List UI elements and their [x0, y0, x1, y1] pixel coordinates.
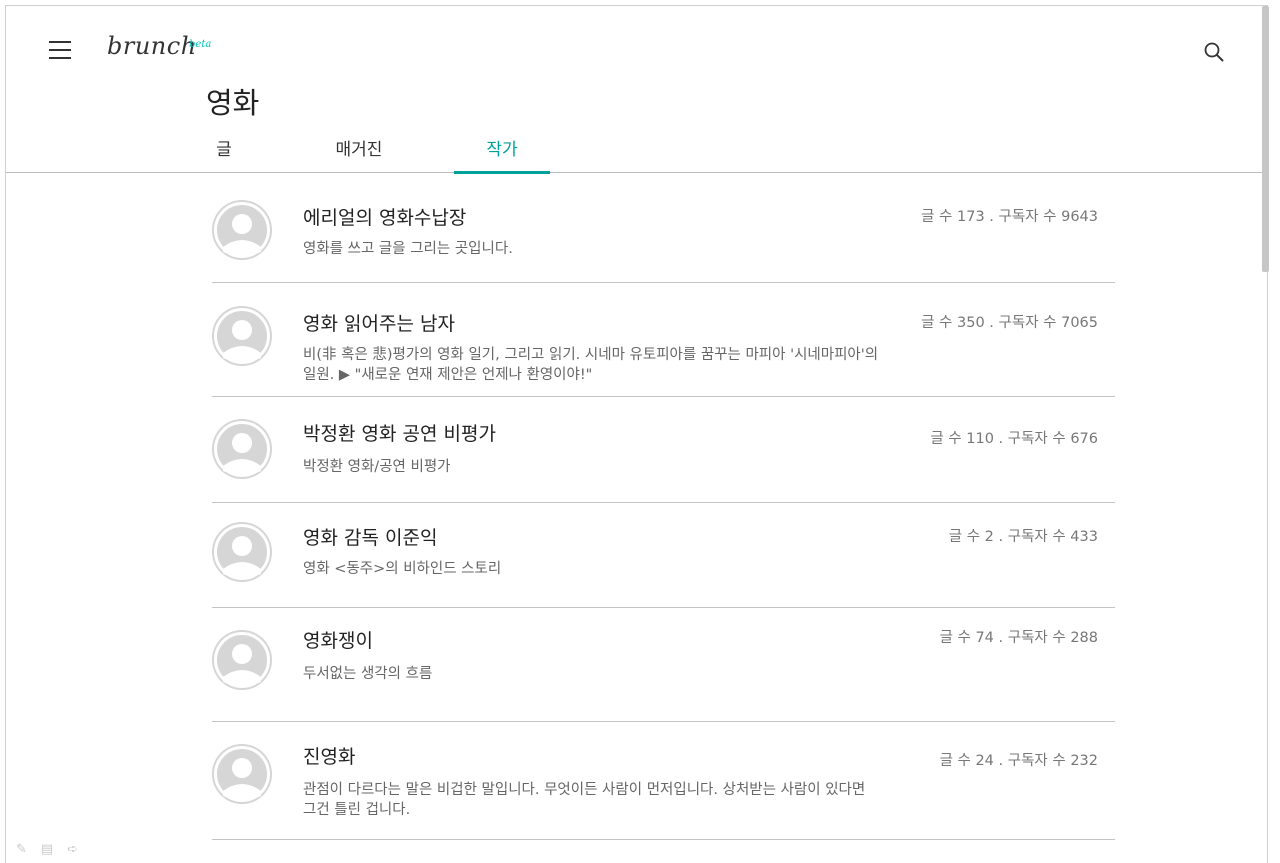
tab-magazines[interactable]: 매거진: [327, 138, 391, 173]
writer-name[interactable]: 에리얼의 영화수납장: [303, 203, 466, 230]
writer-description: 두서없는 생각의 흐름: [303, 666, 433, 682]
avatar[interactable]: [212, 744, 272, 804]
pen-icon[interactable]: ✎: [16, 842, 27, 857]
writer-stats: 글 수 350 . 구독자 수 7065: [921, 315, 1098, 331]
writer-stats: 글 수 173 . 구독자 수 9643: [921, 209, 1098, 225]
writer-description: 영화 <동주>의 비하인드 스토리: [303, 561, 502, 577]
writer-description: 박정환 영화/공연 비평가: [303, 459, 451, 475]
writer-list: 에리얼의 영화수납장영화를 쓰고 글을 그리는 곳입니다. 글 수 173 . 구…: [212, 173, 1115, 840]
avatar[interactable]: [212, 522, 272, 582]
writer-name[interactable]: 영화 감독 이준익: [303, 523, 437, 550]
scrollbar[interactable]: [1262, 6, 1269, 272]
avatar[interactable]: [212, 630, 272, 690]
logo-text: brunch: [107, 32, 197, 60]
writer-name[interactable]: 박정환 영화 공연 비평가: [303, 419, 496, 446]
avatar[interactable]: [212, 419, 272, 479]
tab-posts[interactable]: 글: [212, 138, 236, 173]
avatar[interactable]: [212, 306, 272, 366]
avatar[interactable]: [212, 200, 272, 260]
hamburger-menu-icon[interactable]: [49, 41, 71, 61]
writer-name[interactable]: 영화 읽어주는 남자: [303, 309, 455, 336]
writer-list-item[interactable]: 진영화관점이 다르다는 말은 비겁한 말입니다. 무엇이든 사람이 먼저입니다.…: [212, 722, 1115, 840]
writer-list-item[interactable]: 에리얼의 영화수납장영화를 쓰고 글을 그리는 곳입니다. 글 수 173 . 구…: [212, 173, 1115, 283]
page-title: 영화: [206, 86, 260, 120]
search-icon[interactable]: [1203, 41, 1225, 63]
share-icon[interactable]: ➪: [67, 842, 78, 857]
writer-list-item[interactable]: 영화 읽어주는 남자비(非 혹은 悲)평가의 영화 일기, 그리고 읽기. 시네…: [212, 283, 1115, 397]
writer-stats: 글 수 24 . 구독자 수 232: [939, 753, 1098, 769]
app-window: brunch beta 영화 글 매거진 작가 에리얼의 영화수납장영화를 쓰고…: [5, 5, 1268, 863]
writer-stats: 글 수 2 . 구독자 수 433: [948, 529, 1098, 545]
tab-bar: 글 매거진 작가: [6, 138, 1267, 174]
document-icon[interactable]: ▤: [41, 842, 53, 857]
writer-stats: 글 수 110 . 구독자 수 676: [930, 431, 1098, 447]
writer-list-item[interactable]: 영화 감독 이준익영화 <동주>의 비하인드 스토리 글 수 2 . 구독자 수 …: [212, 503, 1115, 608]
writer-list-item[interactable]: 박정환 영화 공연 비평가박정환 영화/공연 비평가 글 수 110 . 구독자 …: [212, 397, 1115, 503]
logo-beta-badge: beta: [189, 39, 212, 50]
writer-description: 관점이 다르다는 말은 비겁한 말입니다. 무엇이든 사람이 먼저입니다. 상처…: [303, 782, 866, 818]
writer-description: 영화를 쓰고 글을 그리는 곳입니다.: [303, 241, 513, 257]
tab-writers[interactable]: 작가: [454, 138, 550, 174]
bottom-toolbar: ✎ ▤ ➪: [16, 842, 78, 857]
writer-list-item[interactable]: 영화쟁이두서없는 생각의 흐름 글 수 74 . 구독자 수 288: [212, 608, 1115, 722]
writer-name[interactable]: 영화쟁이: [303, 626, 373, 653]
brunch-logo[interactable]: brunch beta: [107, 32, 211, 68]
writer-name[interactable]: 진영화: [303, 742, 355, 769]
writer-stats: 글 수 74 . 구독자 수 288: [939, 630, 1098, 646]
writer-description: 비(非 혹은 悲)평가의 영화 일기, 그리고 읽기. 시네마 유토피아를 꿈꾸…: [303, 347, 879, 383]
